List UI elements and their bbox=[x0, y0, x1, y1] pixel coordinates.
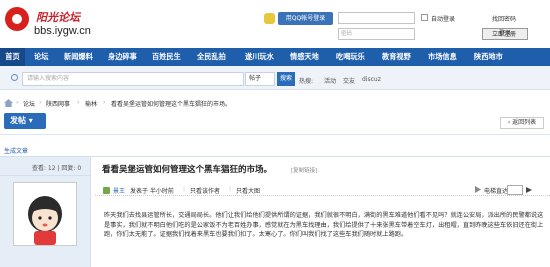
qq-icon[interactable] bbox=[264, 13, 275, 24]
breadcrumb-item[interactable]: 看看吴堡运管如何管理这个黑车猖狂的市场。 bbox=[111, 99, 231, 108]
breadcrumb-item[interactable]: 论坛 bbox=[23, 99, 35, 108]
search-type-select[interactable]: 帖子 bbox=[245, 72, 275, 86]
username-input[interactable] bbox=[338, 12, 415, 24]
breadcrumb-item[interactable]: 陕西网事 bbox=[46, 99, 70, 108]
breadcrumb-item[interactable]: 榆林 bbox=[85, 99, 97, 108]
breadcrumb-separator: › bbox=[103, 99, 106, 106]
generate-article-link[interactable]: 生成文章 bbox=[4, 146, 28, 155]
thread-title: 看看吴堡运管如何管理这个黑车猖狂的市场。 bbox=[102, 165, 273, 175]
breadcrumb-separator: › bbox=[77, 99, 80, 106]
thread-stats: 查看: 12 | 回复: 0 bbox=[32, 165, 82, 172]
nav-item-photo[interactable]: 全民乱拍 bbox=[197, 48, 226, 66]
avatar[interactable] bbox=[13, 182, 77, 246]
nav-item-home[interactable]: 首页 bbox=[0, 48, 25, 66]
home-icon[interactable] bbox=[4, 99, 13, 107]
floor-jump-input[interactable] bbox=[507, 185, 523, 195]
only-big-image-link[interactable]: 只看大图 bbox=[236, 186, 260, 195]
site-url: bbs.iygw.cn bbox=[34, 25, 91, 37]
online-status-icon bbox=[103, 187, 110, 194]
meta-separator: | bbox=[183, 186, 186, 193]
auto-login-checkbox[interactable] bbox=[421, 14, 428, 21]
copy-link-button[interactable]: [复制链接] bbox=[291, 166, 317, 174]
nav-item-food[interactable]: 吃喝玩乐 bbox=[336, 48, 365, 66]
password-input[interactable]: 密码 bbox=[338, 28, 415, 40]
hot-search-label: 热搜: bbox=[299, 78, 314, 85]
meta-separator: | bbox=[229, 186, 232, 193]
floor-jump-label: 电梯直达 bbox=[484, 188, 509, 195]
search-input[interactable]: 请输入搜索内容 bbox=[22, 72, 244, 86]
nav-item-emotion[interactable]: 情感天地 bbox=[290, 48, 319, 66]
site-name[interactable]: 阳光论坛 bbox=[36, 9, 80, 25]
author-link[interactable]: 景王 bbox=[113, 186, 125, 195]
back-to-list-label: 返回列表 bbox=[512, 119, 537, 126]
divider bbox=[0, 175, 91, 176]
nav-item-news[interactable]: 新闻爆料 bbox=[64, 48, 93, 66]
new-post-label: 发帖 bbox=[10, 116, 26, 125]
hot-search-link[interactable]: 交友 bbox=[343, 76, 355, 85]
nav-item-market[interactable]: 市场信息 bbox=[428, 48, 457, 66]
search-icon bbox=[11, 74, 18, 81]
auto-login-label: 自动登录 bbox=[431, 16, 456, 23]
nav-item-education[interactable]: 教育视野 bbox=[382, 48, 411, 66]
breadcrumb-separator: › bbox=[39, 99, 42, 106]
new-post-button[interactable]: 发帖 ▾ bbox=[4, 113, 46, 129]
search-button[interactable]: 搜索 bbox=[277, 72, 295, 86]
nav-item-livelihood[interactable]: 百姓民生 bbox=[152, 48, 181, 66]
register-link[interactable]: 立即注册 bbox=[492, 29, 516, 38]
divider bbox=[0, 134, 550, 135]
nav-item-local[interactable]: 身边碎事 bbox=[108, 48, 137, 66]
only-author-link[interactable]: 只看该作者 bbox=[190, 186, 220, 195]
nav-item-water[interactable]: 遂川玩水 bbox=[245, 48, 274, 66]
hot-search-link[interactable]: 活动 bbox=[324, 76, 336, 85]
avatar-image bbox=[28, 196, 62, 245]
nav-item-shaanxi[interactable]: 陕西地市 bbox=[474, 48, 503, 66]
post-time: 发表于 半小时前 bbox=[130, 188, 174, 195]
site-logo-icon[interactable] bbox=[5, 7, 29, 31]
nav-item-forum[interactable]: 论坛 bbox=[34, 48, 48, 66]
forgot-password-link[interactable]: 找回密码 bbox=[492, 14, 516, 23]
qq-login-button[interactable]: 用QQ帐号登录 bbox=[278, 12, 333, 25]
author-name[interactable]: 景王 bbox=[113, 188, 125, 195]
breadcrumb-separator: › bbox=[16, 99, 19, 106]
back-to-list-button[interactable]: ‹ 返回列表 bbox=[500, 117, 544, 129]
hot-search-link[interactable]: discuz bbox=[362, 76, 381, 83]
post-body: 昨天我们去找县运管所长，交通局局长。他们让我们给他们提供所谓的证据，我们就很不明… bbox=[104, 212, 544, 238]
